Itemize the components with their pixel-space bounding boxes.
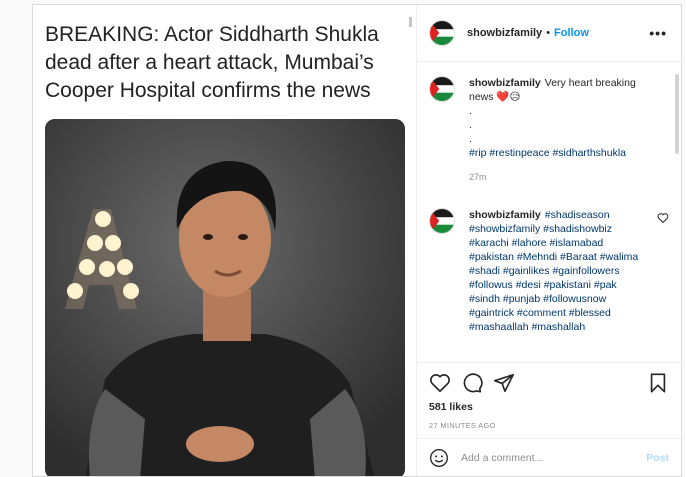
caption: showbizfamily Very heart breaking news ❤️… bbox=[429, 76, 669, 198]
caption-dot: . bbox=[469, 133, 472, 145]
caption-dot: . bbox=[469, 119, 472, 131]
share-paper-plane-icon[interactable] bbox=[493, 372, 515, 394]
post-photo[interactable] bbox=[45, 119, 405, 476]
likes-count[interactable]: 581 likes bbox=[429, 401, 669, 413]
avatar[interactable] bbox=[429, 76, 455, 102]
avatar[interactable] bbox=[429, 208, 455, 234]
add-comment-bar: Post bbox=[417, 438, 681, 476]
more-options-button[interactable]: ••• bbox=[649, 25, 667, 41]
post-media: BREAKING: Actor Siddharth Shukla dead af… bbox=[33, 5, 417, 476]
action-icons-row bbox=[429, 371, 669, 395]
actor-photo-illustration bbox=[45, 119, 405, 476]
comment-bubble-icon[interactable] bbox=[461, 372, 483, 394]
instagram-post-modal: BREAKING: Actor Siddharth Shukla dead af… bbox=[32, 4, 682, 477]
comment-input[interactable] bbox=[461, 451, 647, 464]
avatar[interactable] bbox=[429, 20, 455, 46]
emoji-smiley-icon[interactable] bbox=[429, 448, 449, 468]
comments-scrollbar[interactable] bbox=[675, 74, 679, 154]
caption-text: showbizfamily Very heart breaking news ❤️… bbox=[469, 76, 641, 198]
header-username[interactable]: showbizfamily bbox=[467, 27, 542, 39]
post-timestamp: 27 MINUTES AGO bbox=[429, 421, 496, 430]
flag-avatar-icon bbox=[430, 21, 454, 45]
caption-time: 27m bbox=[469, 172, 487, 182]
follow-button[interactable]: Follow bbox=[554, 27, 589, 39]
comment-text: showbizfamily #shadiseason #showbizfamily… bbox=[469, 208, 641, 334]
post-actions: 581 likes 27 MINUTES AGO bbox=[417, 362, 681, 438]
like-heart-icon[interactable] bbox=[429, 372, 451, 394]
media-scroll-indicator bbox=[409, 17, 412, 27]
flag-avatar-icon bbox=[430, 209, 454, 233]
caption-hashtags[interactable]: #rip #restinpeace #sidharthshukla bbox=[469, 146, 641, 160]
flag-avatar-icon bbox=[430, 77, 454, 101]
post-header: showbizfamily • Follow ••• bbox=[417, 5, 681, 62]
post-comment-button[interactable]: Post bbox=[646, 452, 669, 464]
separator-dot: • bbox=[546, 27, 551, 39]
comments-area[interactable]: showbizfamily Very heart breaking news ❤️… bbox=[417, 62, 681, 362]
post-headline: BREAKING: Actor Siddharth Shukla dead af… bbox=[45, 23, 379, 102]
bookmark-icon[interactable] bbox=[647, 372, 669, 394]
list-item: showbizfamily #shadiseason #showbizfamily… bbox=[429, 208, 669, 334]
like-comment-heart-icon[interactable] bbox=[657, 212, 669, 224]
caption-username[interactable]: showbizfamily bbox=[469, 77, 541, 89]
post-sidebar: showbizfamily • Follow ••• showbizfamily… bbox=[417, 5, 681, 476]
comment-hashtags[interactable]: #shadiseason #showbizfamily #shadishowbi… bbox=[469, 209, 638, 333]
caption-dot: . bbox=[469, 105, 472, 117]
comment-username[interactable]: showbizfamily bbox=[469, 209, 541, 221]
